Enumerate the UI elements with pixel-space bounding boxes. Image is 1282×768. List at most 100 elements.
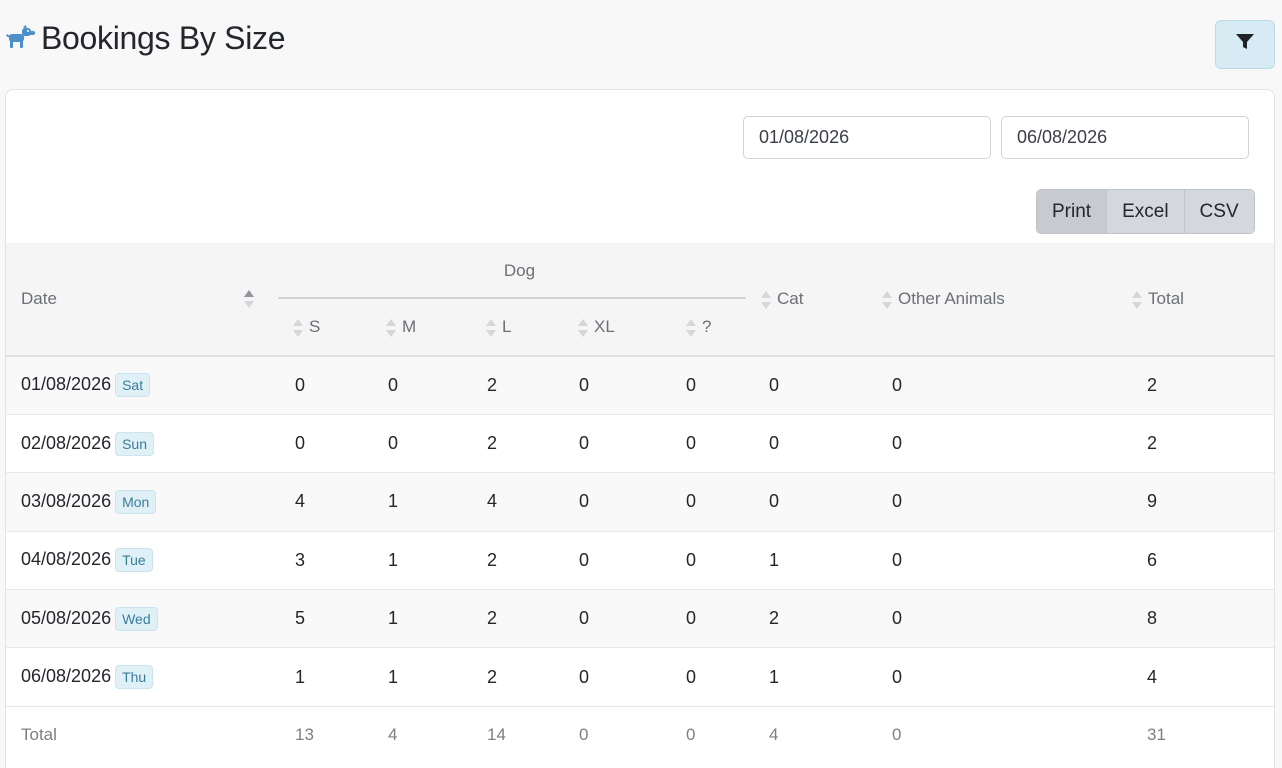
- unknown-cell: 0: [670, 356, 762, 415]
- s-cell: 0: [278, 414, 372, 474]
- table-row: 06/08/2026 Thu 1 1 2 0 0 1 0 4: [6, 647, 1274, 707]
- report-card: Print Excel CSV Date Dog: [5, 89, 1275, 768]
- m-cell: 0: [372, 356, 470, 415]
- m-cell: 1: [372, 472, 470, 532]
- m-cell: 0: [372, 414, 470, 474]
- bookings-table: Date Dog Cat Other Animals Total S M L X…: [6, 243, 1274, 763]
- column-header-m[interactable]: M: [372, 299, 470, 357]
- total-xl-cell: 0: [562, 706, 670, 763]
- date-cell: 03/08/2026 Mon: [6, 472, 278, 532]
- date-from-input[interactable]: [743, 116, 991, 159]
- s-cell: 0: [278, 356, 372, 415]
- total-cell: 2: [1132, 356, 1274, 415]
- total-cat-cell: 4: [761, 706, 883, 763]
- day-badge: Sat: [115, 373, 151, 398]
- date-value: 06/08/2026: [21, 665, 112, 686]
- table-row: 02/08/2026 Sun 0 0 2 0 0 0 0 2: [6, 414, 1274, 474]
- m-cell: 1: [372, 589, 470, 649]
- total-l-cell: 14: [470, 706, 562, 763]
- cat-cell: 2: [761, 589, 883, 649]
- page-title: Bookings By Size: [41, 19, 286, 56]
- date-cell: 04/08/2026 Tue: [6, 531, 278, 591]
- l-cell: 2: [470, 589, 562, 649]
- filter-icon: [1235, 33, 1255, 56]
- cat-cell: 0: [761, 414, 883, 474]
- total-s-cell: 13: [278, 706, 372, 763]
- date-cell: 05/08/2026 Wed: [6, 589, 278, 649]
- total-cell: 6: [1132, 531, 1274, 591]
- xl-cell: 0: [562, 356, 670, 415]
- sort-icon: [386, 318, 396, 337]
- unknown-cell: 0: [670, 414, 762, 474]
- other-cell: 0: [882, 589, 1133, 649]
- total-unknown-cell: 0: [670, 706, 762, 763]
- day-badge: Thu: [115, 665, 154, 690]
- sort-icon: [244, 290, 254, 308]
- s-cell: 4: [278, 472, 372, 532]
- s-cell: 1: [278, 647, 372, 707]
- export-button-group: Print Excel CSV: [1036, 189, 1255, 234]
- date-to-input[interactable]: [1001, 116, 1249, 159]
- day-badge: Mon: [115, 489, 157, 514]
- unknown-cell: 0: [670, 647, 762, 707]
- unknown-cell: 0: [670, 531, 762, 591]
- total-cell: 8: [1132, 589, 1274, 649]
- unknown-cell: 0: [670, 589, 762, 649]
- column-header-total[interactable]: Total: [1132, 243, 1274, 357]
- page-header: Bookings By Size: [5, 18, 286, 58]
- other-cell: 0: [882, 472, 1133, 532]
- xl-cell: 0: [562, 414, 670, 474]
- xl-cell: 0: [562, 472, 670, 532]
- column-header-xl[interactable]: XL: [562, 299, 670, 357]
- sort-icon: [578, 318, 588, 337]
- csv-button[interactable]: CSV: [1184, 190, 1254, 233]
- column-header-cat[interactable]: Cat: [761, 243, 883, 357]
- l-cell: 4: [470, 472, 562, 532]
- column-header-other-animals[interactable]: Other Animals: [882, 243, 1133, 357]
- other-cell: 0: [882, 414, 1133, 474]
- table-row: 04/08/2026 Tue 3 1 2 0 0 1 0 6: [6, 531, 1274, 591]
- date-value: 01/08/2026: [21, 374, 112, 395]
- table-row: 05/08/2026 Wed 5 1 2 0 0 2 0 8: [6, 589, 1274, 649]
- xl-cell: 0: [562, 589, 670, 649]
- date-value: 04/08/2026: [21, 549, 112, 570]
- s-cell: 3: [278, 531, 372, 591]
- day-badge: Wed: [115, 606, 158, 631]
- unknown-cell: 0: [670, 472, 762, 532]
- other-cell: 0: [882, 356, 1133, 415]
- sort-icon: [1132, 290, 1143, 309]
- column-header-l[interactable]: L: [470, 299, 562, 357]
- column-header-date[interactable]: Date: [6, 243, 278, 357]
- table-row: 01/08/2026 Sat 0 0 2 0 0 0 0 2: [6, 356, 1274, 415]
- date-value: 03/08/2026: [21, 490, 112, 511]
- print-button[interactable]: Print: [1037, 190, 1108, 233]
- excel-button[interactable]: Excel: [1107, 190, 1185, 233]
- other-cell: 0: [882, 531, 1133, 591]
- s-cell: 5: [278, 589, 372, 649]
- cat-cell: 1: [761, 647, 883, 707]
- date-value: 02/08/2026: [21, 432, 112, 453]
- xl-cell: 0: [562, 531, 670, 591]
- total-total-cell: 31: [1132, 706, 1274, 763]
- l-cell: 2: [470, 356, 562, 415]
- date-value: 05/08/2026: [21, 607, 112, 628]
- other-cell: 0: [882, 647, 1133, 707]
- sort-icon: [882, 290, 893, 309]
- cat-cell: 1: [761, 531, 883, 591]
- column-group-dog: Dog: [278, 243, 762, 299]
- cat-cell: 0: [761, 356, 883, 415]
- filter-button[interactable]: [1215, 20, 1275, 69]
- m-cell: 1: [372, 647, 470, 707]
- total-cell: 9: [1132, 472, 1274, 532]
- xl-cell: 0: [562, 647, 670, 707]
- cat-cell: 0: [761, 472, 883, 532]
- l-cell: 2: [470, 647, 562, 707]
- sort-icon: [293, 318, 303, 337]
- totals-row: Total 13 4 14 0 0 4 0 31: [6, 706, 1274, 763]
- total-other-cell: 0: [882, 706, 1133, 763]
- l-cell: 2: [470, 414, 562, 474]
- column-header-unknown-size[interactable]: ?: [670, 299, 762, 357]
- date-cell: 06/08/2026 Thu: [6, 647, 278, 707]
- total-cell: 4: [1132, 647, 1274, 707]
- column-header-s[interactable]: S: [278, 299, 372, 357]
